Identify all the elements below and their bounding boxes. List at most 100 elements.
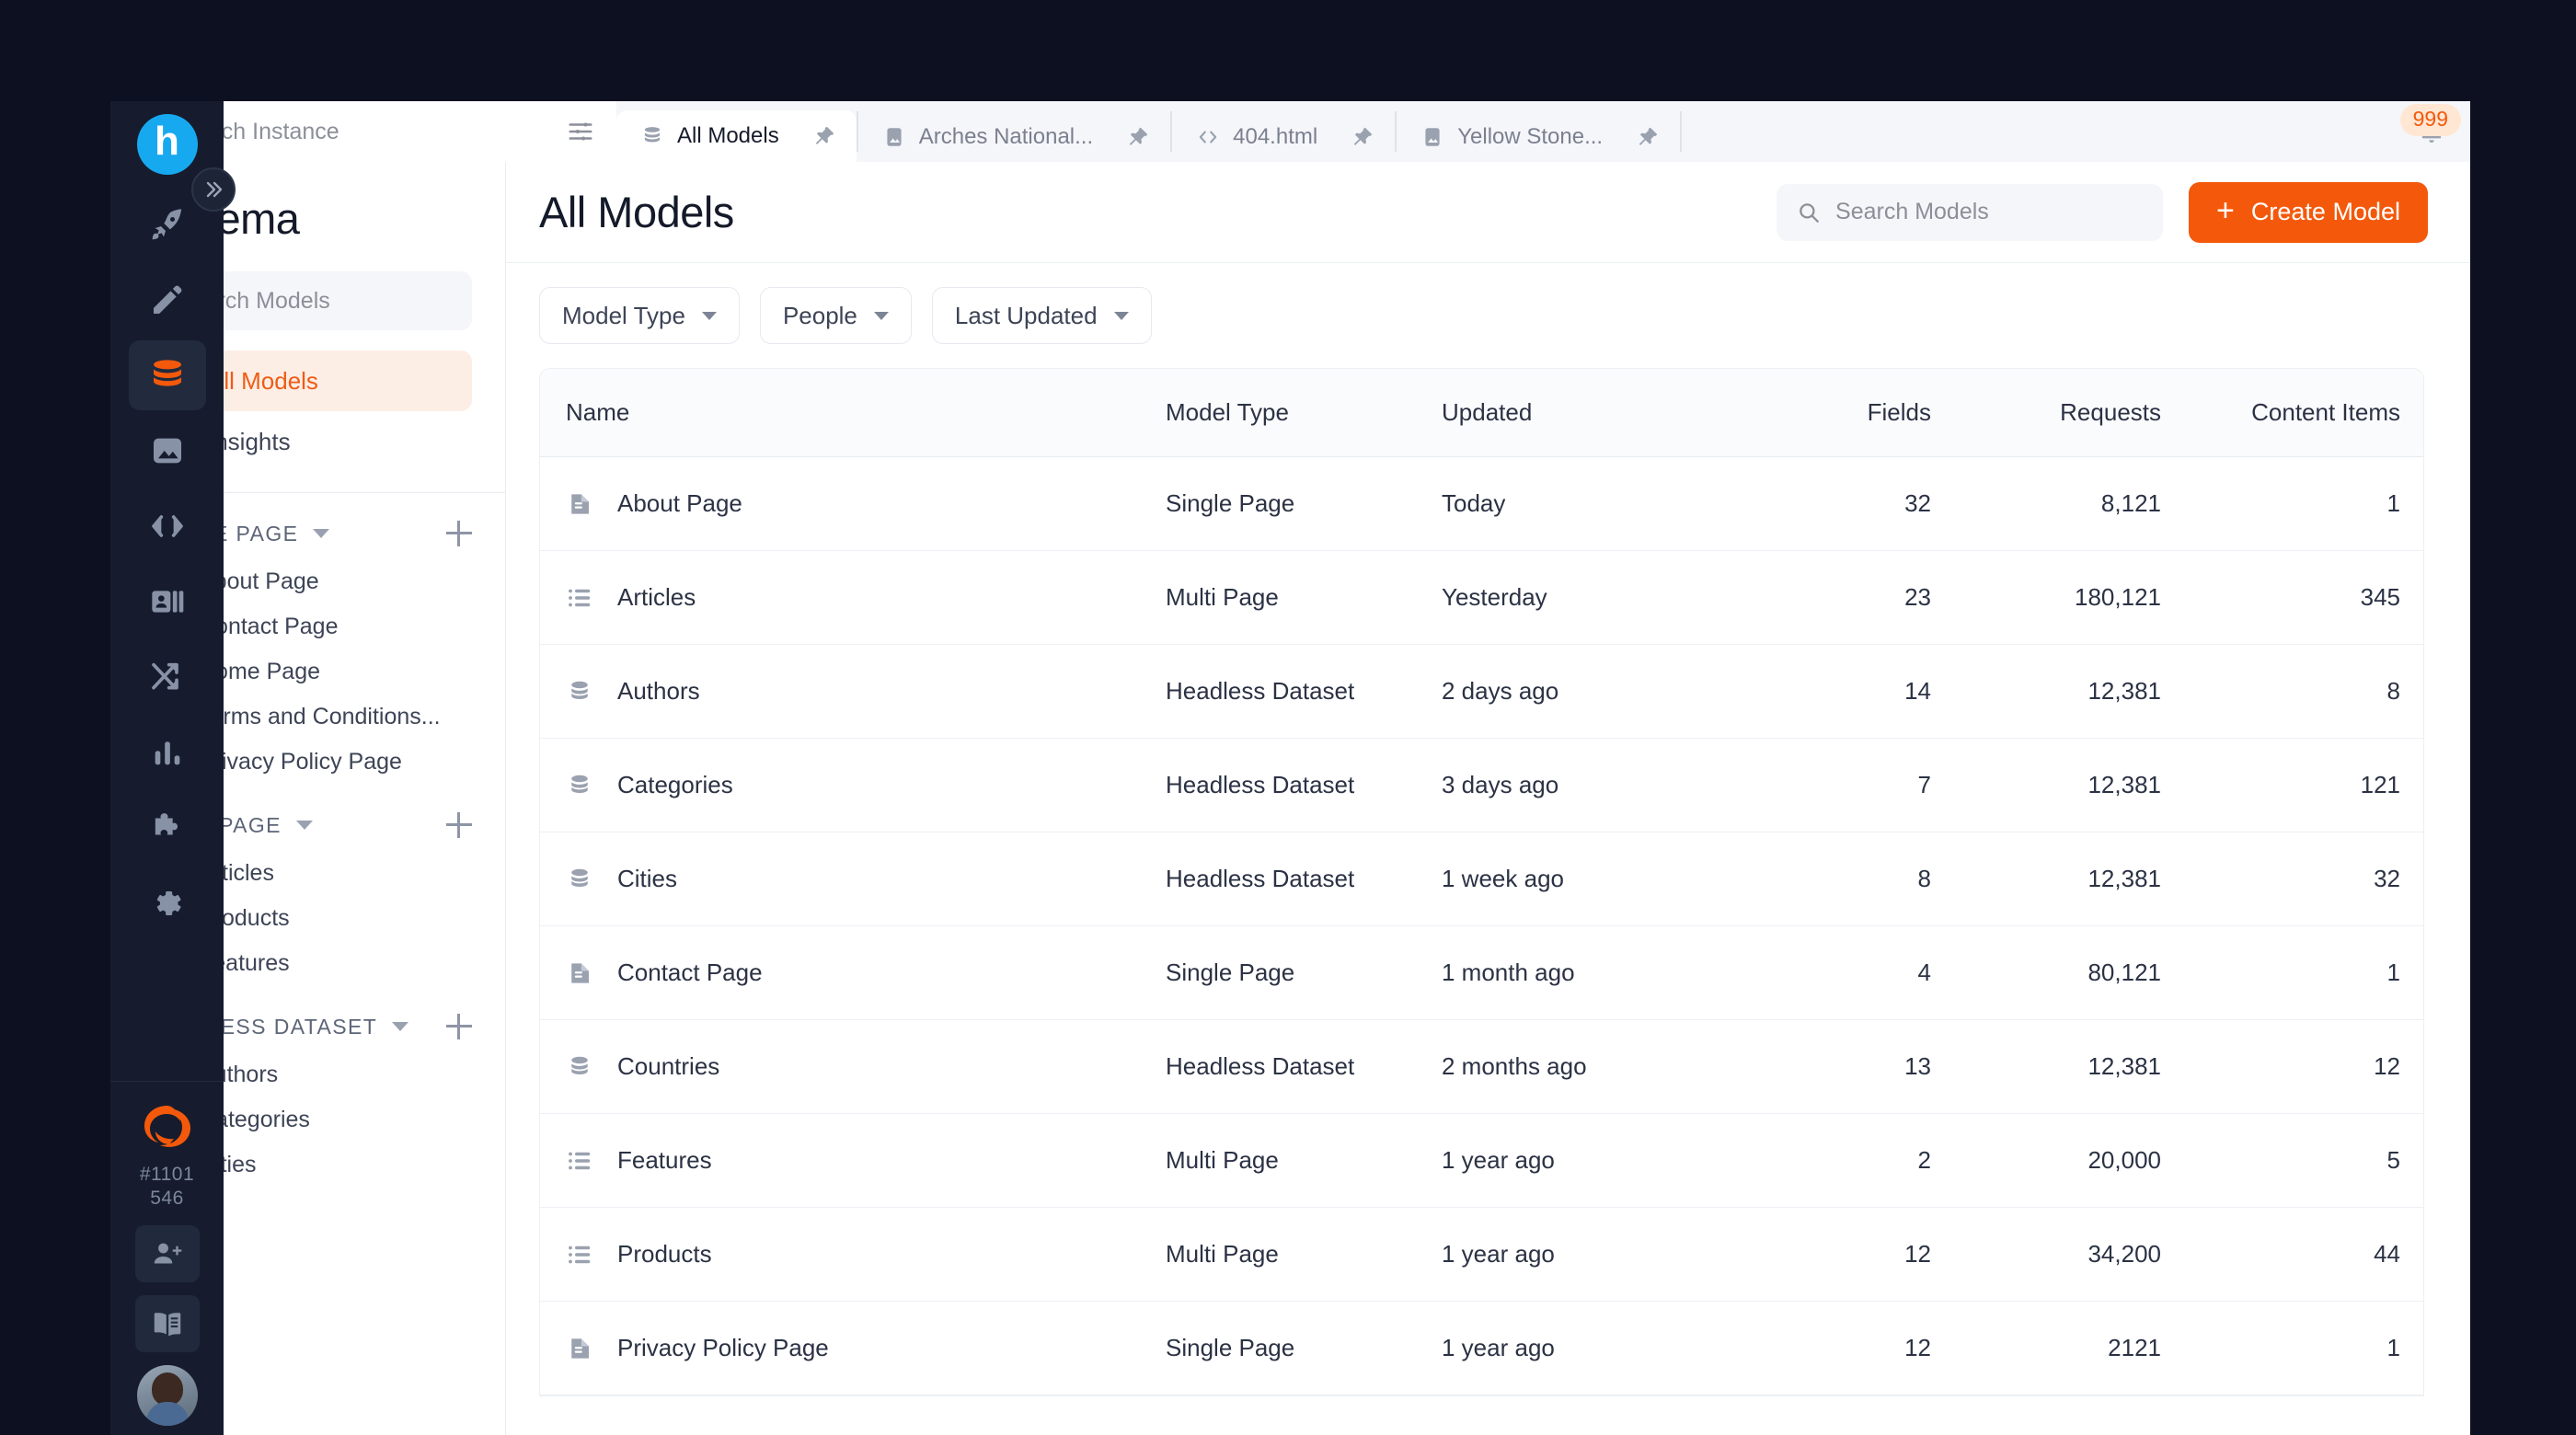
table-row[interactable]: Features Multi Page 1 year ago 2 20,000 5 [540, 1113, 2423, 1208]
table-row[interactable]: Articles Multi Page Yesterday 23 180,121 345 [540, 550, 2423, 645]
filter-label: Last Updated [954, 301, 1098, 329]
tab-all-models[interactable]: All Models [616, 110, 857, 162]
expand-sidebar-button[interactable] [191, 167, 236, 212]
rail-item-plugins[interactable] [129, 793, 206, 863]
list-icon [569, 1152, 591, 1169]
cell-content-items: 8 [2178, 644, 2423, 739]
gear-icon [156, 890, 180, 915]
cell-name: Privacy Policy Page [540, 1301, 1166, 1395]
pin-icon[interactable] [1126, 125, 1150, 149]
tab-label: 404.html [1233, 124, 1318, 149]
tab-label: Yellow Stone... [1457, 124, 1604, 149]
add-single-page-button[interactable] [446, 521, 472, 546]
model-name-label: Contact Page [617, 959, 763, 986]
avatar[interactable] [136, 1365, 198, 1426]
cell-updated: 1 week ago [1442, 832, 1736, 926]
cell-model-type: Single Page [1166, 1301, 1442, 1395]
chevron-down-icon[interactable] [392, 1022, 409, 1031]
cell-updated: 3 days ago [1442, 738, 1736, 832]
chevron-down-icon[interactable] [313, 529, 330, 538]
table-row[interactable]: Products Multi Page 1 year ago 12 34,200 44 [540, 1207, 2423, 1302]
image-icon [887, 128, 902, 146]
cell-model-type: Multi Page [1166, 550, 1442, 645]
filter-last-updated[interactable]: Last Updated [931, 287, 1152, 344]
add-multi-page-button[interactable] [446, 812, 472, 838]
plus-icon: + [2216, 192, 2235, 228]
rail-item-code[interactable] [129, 491, 206, 561]
column-header-updated[interactable]: Updated [1442, 369, 1736, 457]
table-head: Name Model Type Updated Fields Requests … [540, 369, 2423, 457]
rail-item-pencil[interactable] [129, 265, 206, 335]
tab-label: All Models [677, 123, 779, 148]
filter-label: People [782, 301, 857, 329]
pin-icon[interactable] [812, 124, 836, 148]
table-row[interactable]: Cities Headless Dataset 1 week ago 8 12,381 3… [540, 832, 2423, 926]
cell-requests: 8,121 [1948, 456, 2178, 551]
rail-item-schema[interactable] [128, 340, 206, 410]
cell-fields: 8 [1736, 832, 1948, 926]
column-header-fields[interactable]: Fields [1736, 369, 1948, 457]
create-model-button[interactable]: + Create Model [2189, 181, 2428, 243]
analytics-icon [155, 741, 179, 765]
table-row[interactable]: Authors Headless Dataset 2 days ago 14 12,38… [540, 644, 2423, 739]
sliders-icon[interactable] [567, 118, 594, 145]
pin-icon[interactable] [1351, 125, 1374, 149]
top-bar: All Models Arches National... 404.html Y… [110, 101, 2470, 162]
sidebar-model-label: Privacy Policy Page [199, 749, 402, 775]
rail-item-contacts[interactable] [129, 567, 206, 637]
cell-name: Contact Page [540, 925, 1166, 1020]
filter-people[interactable]: People [759, 287, 912, 344]
cell-model-type: Headless Dataset [1166, 1019, 1442, 1114]
cell-model-type: Headless Dataset [1166, 738, 1442, 832]
chevron-down-icon[interactable] [295, 821, 313, 830]
table-row[interactable]: About Page Single Page Today 32 8,121 1 [540, 456, 2423, 551]
pin-icon[interactable] [1636, 125, 1660, 149]
database-icon [571, 868, 588, 887]
cell-content-items: 32 [2178, 832, 2423, 926]
filter-bar: Model Type People Last Updated [506, 263, 2470, 368]
column-header-requests[interactable]: Requests [1948, 369, 2178, 457]
table-row[interactable]: Privacy Policy Page Single Page 1 year ago… [540, 1301, 2423, 1395]
models-table: Name Model Type Updated Fields Requests … [540, 369, 2423, 1395]
cell-requests: 2121 [1948, 1301, 2178, 1395]
cell-content-items: 1 [2178, 1301, 2423, 1395]
models-search-input[interactable] [1835, 199, 2144, 225]
chevron-down-icon [873, 311, 889, 320]
table-body: About Page Single Page Today 32 8,121 1 Articl… [540, 456, 2423, 1395]
table-row[interactable]: Contact Page Single Page 1 month ago 4 80,12… [540, 925, 2423, 1020]
tab-separator [1680, 111, 1683, 152]
rail-item-settings[interactable] [129, 868, 206, 938]
column-header-model-type[interactable]: Model Type [1166, 369, 1442, 457]
table-row[interactable]: Categories Headless Dataset 3 days ago 7 12,… [540, 738, 2423, 832]
search-instance-input[interactable] [173, 118, 552, 145]
invite-user-button[interactable] [134, 1225, 200, 1282]
cell-name: Articles [540, 550, 1166, 645]
add-headless-dataset-button[interactable] [446, 1014, 472, 1039]
app-window: All Models Arches National... 404.html Y… [110, 101, 2470, 1435]
tab-arches-national[interactable]: Arches National... [858, 112, 1170, 162]
rail-item-analytics[interactable] [129, 718, 206, 787]
main-header: All Models + Create Model [506, 162, 2470, 263]
cell-name: Products [540, 1207, 1166, 1302]
tab-404-html[interactable]: 404.html [1172, 112, 1395, 162]
app-logo-letter: h [155, 119, 179, 164]
filter-model-type[interactable]: Model Type [539, 287, 740, 344]
column-header-content-items[interactable]: Content Items [2178, 369, 2423, 457]
app-logo[interactable]: h [136, 114, 198, 175]
filter-label: Model Type [562, 301, 685, 329]
double-chevron-right-icon [206, 181, 223, 198]
docs-button[interactable] [134, 1295, 200, 1352]
model-name-label: Products [617, 1240, 712, 1268]
table-row[interactable]: Countries Headless Dataset 2 months ago 13 1… [540, 1019, 2423, 1114]
icon-rail: h #1101 546 [110, 101, 224, 1435]
column-header-name[interactable]: Name [540, 369, 1166, 457]
rail-item-shuffle[interactable] [129, 642, 206, 712]
database-icon [153, 360, 181, 386]
document-icon [571, 962, 589, 983]
cell-content-items: 345 [2178, 550, 2423, 645]
contacts-icon [151, 591, 183, 613]
image-icon [1425, 128, 1440, 146]
search-icon [1800, 202, 1819, 223]
rail-item-media[interactable] [129, 416, 206, 486]
tab-yellow-stone[interactable]: Yellow Stone... [1397, 112, 1680, 162]
